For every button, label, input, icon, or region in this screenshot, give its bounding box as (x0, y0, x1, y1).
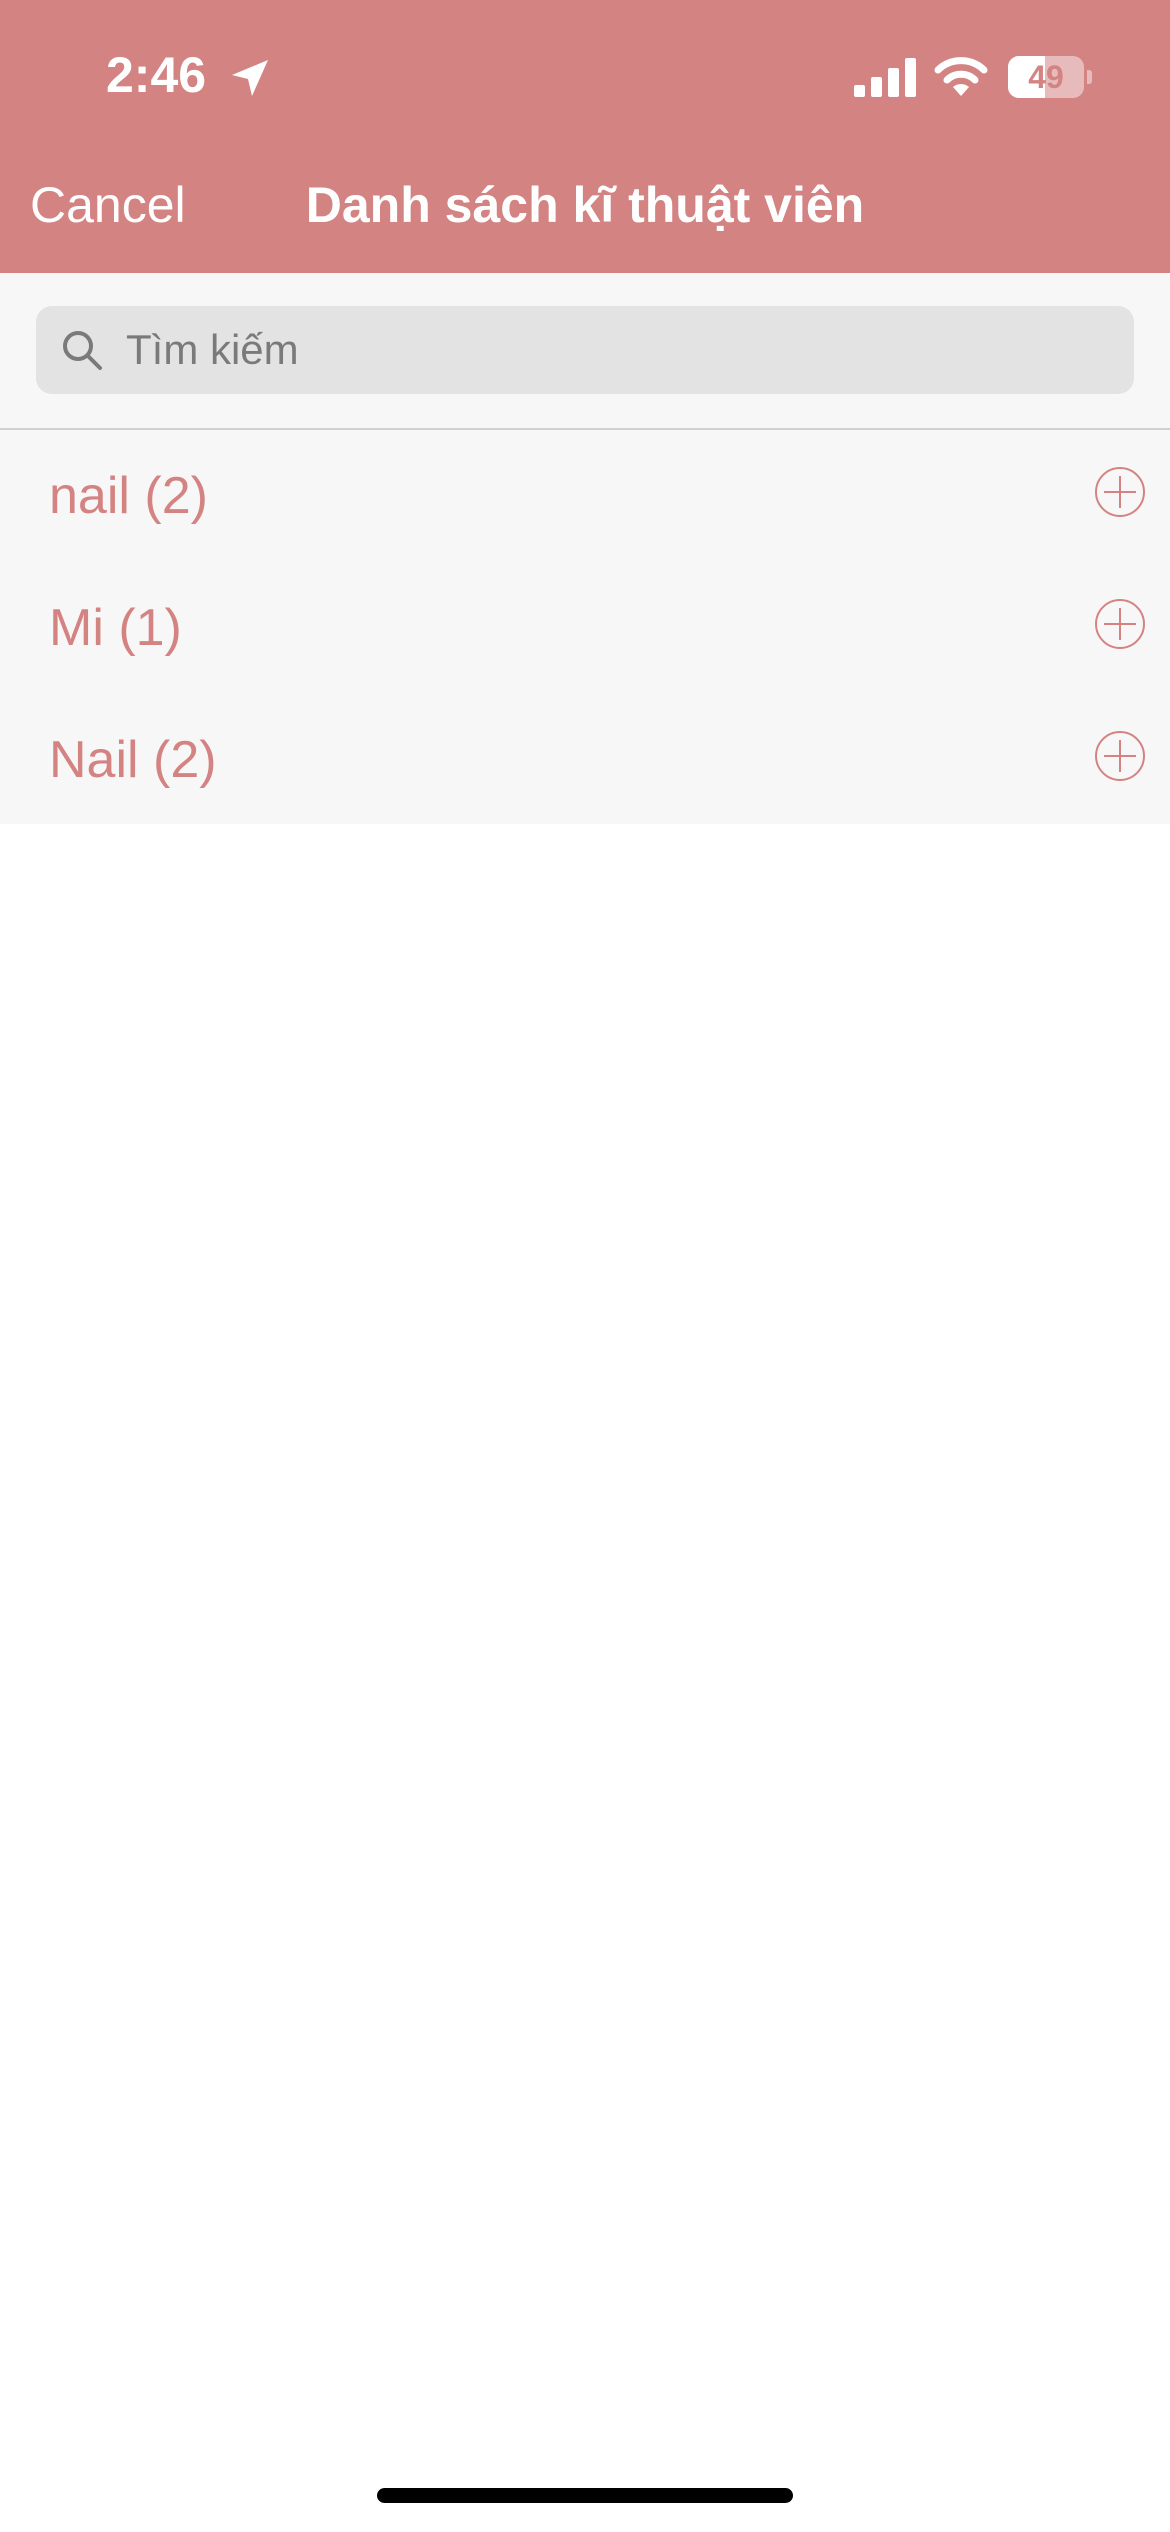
technician-list: nail (2) Mi (1) Nail (2) (0, 430, 1170, 824)
list-item-label: Mi (1) (49, 599, 182, 657)
battery-body: 49 (1008, 56, 1084, 98)
search-bar-container (0, 273, 1170, 430)
list-item-label: Nail (2) (49, 731, 217, 789)
add-circle-icon[interactable] (1094, 730, 1146, 782)
navigation-header: 2:46 49 Cancel Danh sách kĩ thuật viên (0, 0, 1170, 273)
search-field[interactable] (36, 306, 1134, 394)
page-title: Danh sách kĩ thuật viên (305, 177, 865, 233)
list-item-label: nail (2) (49, 467, 208, 525)
list-item[interactable]: nail (2) (0, 430, 1170, 562)
search-icon (63, 331, 102, 370)
search-input[interactable] (126, 306, 1106, 394)
location-arrow-icon (232, 60, 268, 96)
cellular-signal-icon (854, 58, 916, 97)
battery-icon: 49 (1008, 56, 1092, 98)
home-indicator[interactable] (377, 2488, 793, 2503)
list-item[interactable]: Mi (1) (0, 562, 1170, 694)
battery-level: 49 (1028, 59, 1064, 95)
add-circle-icon[interactable] (1094, 598, 1146, 650)
add-circle-icon[interactable] (1094, 466, 1146, 518)
list-item[interactable]: Nail (2) (0, 694, 1170, 826)
wifi-icon (934, 57, 988, 96)
battery-cap (1087, 70, 1092, 84)
status-time: 2:46 (106, 47, 207, 103)
